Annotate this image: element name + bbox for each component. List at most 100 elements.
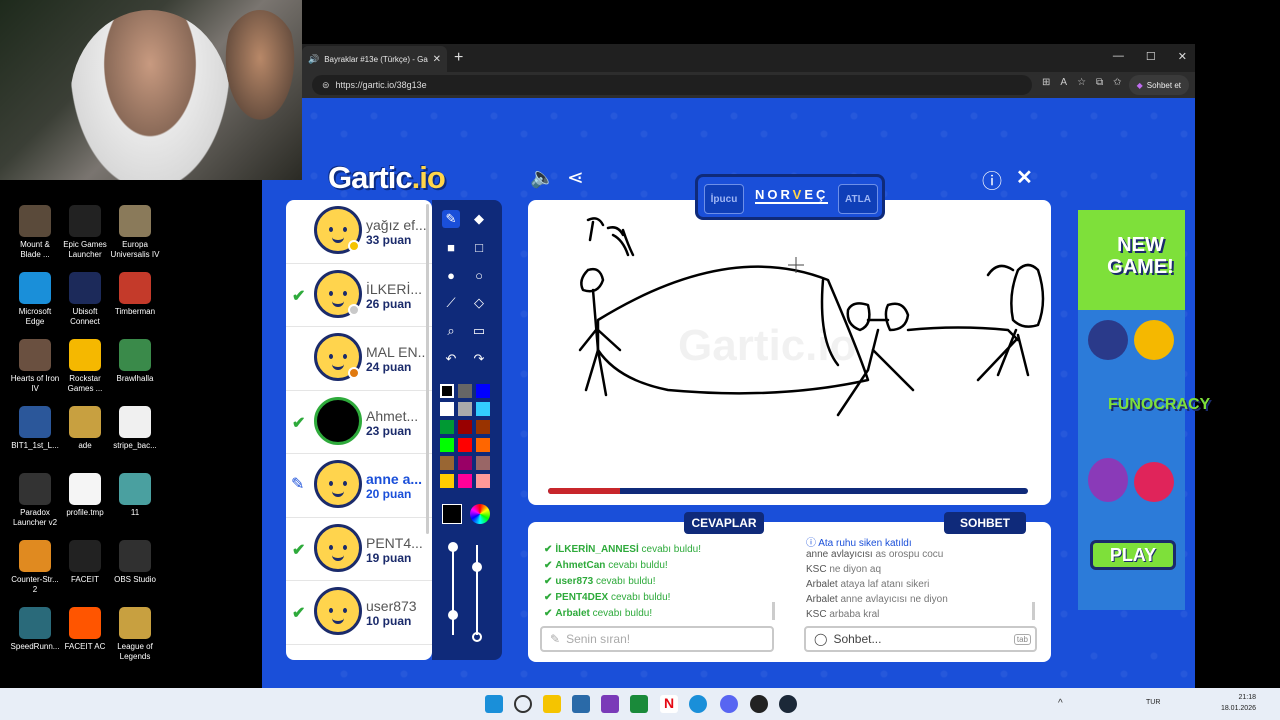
player-list-scrollbar[interactable] [426,204,429,534]
clear-page-icon[interactable]: ▭ [470,322,488,340]
fill-tool-icon[interactable]: ◆ [470,210,488,228]
pencil-tool-icon[interactable]: ✎ [442,210,460,228]
desktop-icon[interactable]: Microsoft Edge [10,272,60,327]
maximize-icon[interactable]: ☐ [1146,50,1156,63]
redo-icon[interactable]: ↷ [470,350,488,368]
advertisement[interactable]: NEW GAME! FUNOCRACY PLAY [1078,210,1210,610]
eraser-icon[interactable]: ◇ [470,294,488,312]
desktop-icon[interactable]: BIT1_1st_L... [10,406,60,451]
new-tab-button[interactable]: + [454,49,463,67]
desktop-icon[interactable]: Europa Universalis IV [110,205,160,260]
color-swatch[interactable] [476,420,490,434]
desktop-icon[interactable]: SpeedRunn... [10,607,60,652]
hint-button[interactable]: İpucu [704,184,744,214]
tray-chevron-icon[interactable]: ^ [1058,698,1063,709]
filled-rect-icon[interactable]: ■ [442,238,460,256]
player-row[interactable]: ✔ PENT4... 19 puan [286,518,432,581]
player-row[interactable]: ✔ Ahmet... 23 puan [286,391,432,454]
desktop-icon[interactable]: Hearts of Iron IV [10,339,60,394]
xbox-icon[interactable] [630,695,648,713]
color-picker-icon[interactable] [470,504,490,524]
desktop-icon[interactable]: Rockstar Games ... [60,339,110,394]
color-swatch[interactable] [440,438,454,452]
color-swatch[interactable] [476,456,490,470]
color-swatch[interactable] [476,474,490,488]
sound-icon[interactable]: 🔈 [530,165,555,190]
player-row[interactable]: yağız ef... 33 puan [286,200,432,264]
info-icon[interactable]: ⓘ [982,165,1002,194]
ad-play-button[interactable]: PLAY [1090,540,1176,570]
color-swatch[interactable] [458,420,472,434]
desktop-icon[interactable]: OBS Studio [110,540,160,585]
color-swatch[interactable] [476,402,490,416]
line-tool-icon[interactable]: ⟋ [442,294,460,312]
chat-input[interactable]: ◯ Sohbet... tab [804,626,1037,652]
desktop-icon[interactable]: League of Legends [110,607,160,662]
speaker-icon[interactable]: 🔊 [308,54,319,65]
color-swatch[interactable] [476,438,490,452]
color-swatch[interactable] [440,420,454,434]
desktop-icon[interactable]: FACEIT AC [60,607,110,652]
clock[interactable]: 21:18 18.01.2026 [1221,692,1256,714]
chat-scrollbar[interactable] [1032,602,1035,620]
favorites-icon[interactable]: ✩ [1113,77,1121,88]
tab-active[interactable]: 🔊 Bayraklar #13e (Türkçe) - Gartic ✕ [302,46,447,72]
color-swatch[interactable] [458,474,472,488]
player-row[interactable]: ✔ user873 10 puan [286,581,432,645]
color-swatch[interactable] [458,402,472,416]
skip-button[interactable]: ATLA [838,184,878,214]
color-swatch[interactable] [440,402,454,416]
color-swatch[interactable] [476,384,490,398]
close-window-icon[interactable]: ✕ [1178,50,1187,63]
size-slider-handle[interactable] [448,610,458,620]
desktop-icon[interactable]: Timberman [110,272,160,317]
steam-icon[interactable] [779,695,797,713]
file-explorer-icon[interactable] [543,695,561,713]
desktop-icon[interactable]: profile.tmp [60,473,110,518]
app-icon[interactable] [601,695,619,713]
netflix-icon[interactable]: N [660,695,678,713]
desktop-icon[interactable]: 11 [110,473,160,518]
filled-circle-icon[interactable]: ● [442,266,460,284]
discord-icon[interactable] [720,695,738,713]
desktop-icon[interactable]: FACEIT [60,540,110,585]
color-swatch[interactable] [440,474,454,488]
favorite-icon[interactable]: ☆ [1077,77,1086,88]
circle-icon[interactable]: ○ [470,266,488,284]
obs-icon[interactable] [750,695,768,713]
color-swatch[interactable] [458,456,472,470]
desktop-icon[interactable]: ade [60,406,110,451]
desktop-icon[interactable]: Counter-Str... 2 [10,540,60,595]
opacity-slider-handle[interactable] [472,562,482,572]
player-row[interactable]: ✔ İLKERİ... 26 puan [286,264,432,327]
player-row[interactable]: MAL EN... 24 puan [286,327,432,391]
undo-icon[interactable]: ↶ [442,350,460,368]
desktop-icon[interactable]: Epic Games Launcher [60,205,110,260]
player-row[interactable]: ✎ anne a... 20 puan [286,454,432,518]
site-info-icon[interactable]: ⊜ [322,80,330,91]
edge-icon[interactable] [689,695,707,713]
color-swatch[interactable] [440,384,454,398]
url-field[interactable]: ⊜ https://gartic.io/38g13e [312,75,1032,95]
drawing-canvas[interactable]: Gartic.io [528,200,1051,505]
minimize-icon[interactable]: — [1113,50,1124,63]
store-icon[interactable] [572,695,590,713]
desktop-icon[interactable]: Mount & Blade ... [10,205,60,260]
desktop-icon[interactable]: Paradox Launcher v2 [10,473,60,528]
color-swatch[interactable] [458,438,472,452]
gartic-logo[interactable]: Gartic.io [328,160,446,196]
desktop-icon[interactable]: stripe_bac... [110,406,160,451]
search-icon[interactable] [514,695,532,713]
color-swatch[interactable] [440,456,454,470]
desktop-icon[interactable]: Brawlhalla [110,339,160,384]
exit-icon[interactable]: ✕ [1016,165,1033,190]
apps-icon[interactable]: ⊞ [1042,77,1050,88]
answers-scrollbar[interactable] [772,602,775,620]
share-icon[interactable]: ⋖ [567,165,584,190]
start-icon[interactable] [485,695,503,713]
rect-icon[interactable]: □ [470,238,488,256]
extensions-icon[interactable]: ⧉ [1096,77,1103,88]
desktop-icon[interactable]: Ubisoft Connect [60,272,110,327]
copilot-button[interactable]: ◆ Sohbet et [1128,75,1189,95]
color-swatch[interactable] [458,384,472,398]
